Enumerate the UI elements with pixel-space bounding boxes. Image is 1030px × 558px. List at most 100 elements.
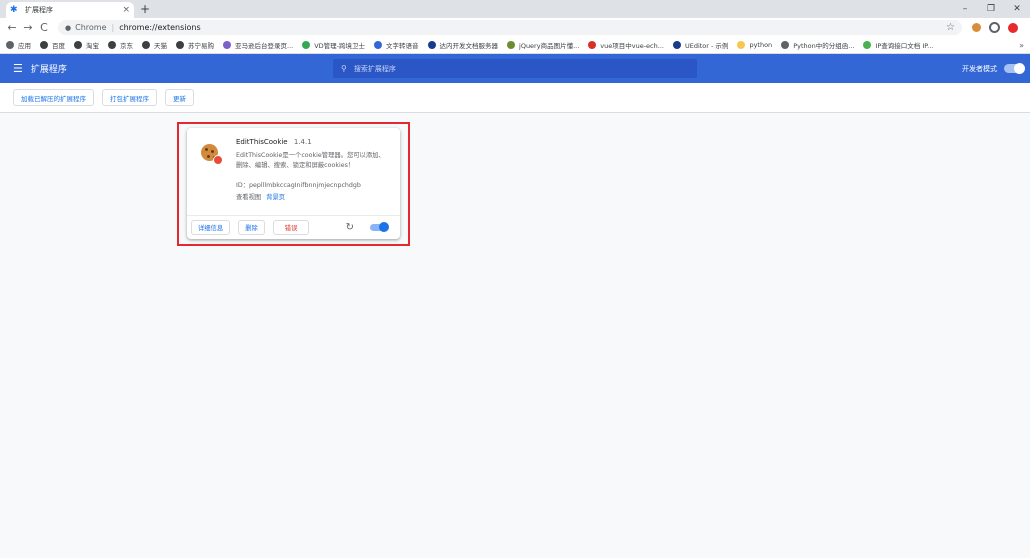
address-separator: |: [111, 23, 115, 32]
bookmark-item[interactable]: 天猫: [142, 40, 167, 50]
tab-close-icon[interactable]: ×: [122, 5, 130, 15]
bookmark-star-icon[interactable]: ☆: [946, 22, 955, 33]
inspect-views-label: 查看视图: [236, 194, 262, 201]
bookmark-favicon-icon: [40, 41, 48, 49]
bookmark-favicon-icon: [588, 41, 597, 49]
bookmark-label: VD管理-跨境卫士: [314, 42, 366, 50]
bookmark-favicon-icon: [507, 41, 516, 49]
bookmark-label: 苏宁易购: [188, 42, 214, 50]
pack-extension-button[interactable]: 打包扩展程序: [102, 89, 157, 106]
toolbar-actions: [972, 22, 1018, 33]
chrome-chip: Chrome: [75, 23, 107, 32]
extension-enable-toggle[interactable]: [370, 222, 389, 232]
reload-icon[interactable]: ↻: [346, 222, 354, 233]
bookmark-item[interactable]: 淘宝: [74, 40, 99, 50]
bookmark-item[interactable]: IP查询接口文档 IP...: [863, 40, 933, 50]
cookie-extension-icon[interactable]: [972, 23, 981, 32]
bookmark-favicon-icon: [74, 41, 82, 49]
errors-button[interactable]: 错误: [272, 220, 310, 235]
details-button[interactable]: 详细信息: [191, 220, 231, 235]
puzzle-icon: ✱: [10, 4, 18, 15]
close-window-button[interactable]: ✕: [1004, 0, 1030, 18]
search-extensions-input[interactable]: ⚲ 搜索扩展程序: [333, 59, 697, 78]
bookmark-favicon-icon: [374, 41, 383, 49]
bookmark-favicon-icon: [223, 41, 231, 49]
address-bar[interactable]: ● Chrome | chrome://extensions ☆: [58, 20, 962, 35]
window-controls: – ❐ ✕: [952, 0, 1030, 18]
bookmark-label: Python中的分组函...: [793, 42, 855, 50]
load-unpacked-button[interactable]: 加载已解压的扩展程序: [13, 89, 94, 106]
bookmark-label: 京东: [120, 42, 133, 50]
bookmark-item[interactable]: 百度: [40, 40, 65, 50]
tab-extensions[interactable]: ✱ 扩展程序 ×: [6, 2, 134, 18]
search-icon: ⚲: [341, 64, 347, 73]
profile-icon[interactable]: [989, 22, 1000, 33]
opera-icon[interactable]: [1008, 22, 1018, 33]
bookmark-favicon-icon: [176, 41, 184, 49]
bookmark-item[interactable]: 文字转语音: [374, 40, 419, 50]
extension-info: EditThisCookie 1.4.1 EditThisCookie是一个co…: [236, 138, 386, 201]
bookmark-item[interactable]: python: [737, 41, 772, 49]
bookmark-label: vue项目中vue-ech...: [600, 42, 664, 50]
update-button[interactable]: 更新: [165, 89, 194, 106]
minimize-button[interactable]: –: [952, 0, 978, 18]
bookmark-label: IP查询接口文档 IP...: [875, 42, 934, 50]
background-page-link[interactable]: 背景页: [266, 194, 285, 201]
developer-mode-toggle[interactable]: [1004, 63, 1025, 74]
bookmark-favicon-icon: [108, 41, 116, 49]
cookie-badge-icon: [213, 155, 223, 165]
bookmark-label: 达内开发文档服务器: [439, 42, 499, 50]
extension-name: EditThisCookie: [236, 138, 288, 146]
bookmark-favicon-icon: [427, 41, 436, 49]
extension-version: 1.4.1: [293, 138, 312, 146]
developer-toolbar: 加载已解压的扩展程序 打包扩展程序 更新: [0, 83, 1030, 113]
bookmark-favicon-icon: [781, 41, 790, 49]
bookmark-favicon-icon: [737, 41, 746, 49]
bookmark-label: 天猫: [154, 42, 167, 50]
bookmark-item[interactable]: Python中的分组函...: [781, 40, 854, 50]
extensions-list: EditThisCookie 1.4.1 EditThisCookie是一个co…: [0, 113, 1030, 513]
maximize-button[interactable]: ❐: [978, 0, 1004, 18]
bookmarks-overflow-button[interactable]: »: [1019, 41, 1024, 50]
extension-card-footer: 详细信息 删除 错误 ↻: [187, 215, 400, 239]
bookmark-item[interactable]: VD管理-跨境卫士: [302, 40, 365, 50]
inspect-views-row: 查看视图 背景页: [236, 192, 386, 201]
menu-icon[interactable]: ☰: [13, 62, 23, 75]
navigation-bar: ← → C ● Chrome | chrome://extensions ☆: [0, 18, 1030, 37]
bookmark-item[interactable]: jQuery商品图片懂...: [507, 40, 579, 50]
reload-button[interactable]: C: [36, 21, 52, 34]
bookmark-item[interactable]: 达内开发文档服务器: [427, 40, 499, 50]
remove-button[interactable]: 删除: [238, 220, 265, 235]
extension-id-label: ID：: [236, 182, 250, 189]
forward-button[interactable]: →: [20, 21, 36, 34]
tab-title: 扩展程序: [25, 6, 53, 14]
bookmark-label: jQuery商品图片懂...: [519, 42, 580, 50]
developer-mode-label: 开发者模式: [962, 64, 997, 73]
url-text[interactable]: chrome://extensions: [119, 23, 200, 32]
extension-name-row: EditThisCookie 1.4.1: [236, 138, 386, 146]
bookmark-label: 亚马逊后台登录页...: [235, 42, 294, 50]
bookmark-label: 应用: [18, 42, 31, 50]
bookmark-favicon-icon: [672, 41, 681, 49]
bookmark-item[interactable]: vue项目中vue-ech...: [588, 40, 664, 50]
bookmark-label: python: [749, 41, 773, 49]
bookmark-favicon-icon: [863, 41, 872, 49]
bookmark-item[interactable]: UEditor - 示例: [672, 40, 728, 50]
page-title: 扩展程序: [30, 65, 67, 75]
back-button[interactable]: ←: [4, 21, 20, 34]
extensions-header: ☰ 扩展程序 ⚲ 搜索扩展程序 开发者模式: [0, 54, 1030, 83]
search-placeholder: 搜索扩展程序: [353, 64, 396, 73]
bookmark-item[interactable]: 应用: [6, 40, 31, 50]
extension-id-row: ID：peplllmbkccagInifbnnjmjecnpchdgb: [236, 180, 386, 189]
site-info-icon[interactable]: ●: [65, 24, 71, 32]
extension-id: peplllmbkccagInifbnnjmjecnpchdgb: [249, 182, 361, 189]
bookmark-label: 淘宝: [86, 42, 99, 50]
new-tab-button[interactable]: +: [140, 2, 150, 16]
bookmark-item[interactable]: 亚马逊后台登录页...: [223, 40, 293, 50]
bookmark-label: 百度: [52, 42, 65, 50]
bookmark-item[interactable]: 苏宁易购: [176, 40, 214, 50]
extension-description: EditThisCookie是一个cookie管理器。您可以添加、删除、编辑、搜…: [236, 152, 385, 169]
bookmark-item[interactable]: 京东: [108, 40, 133, 50]
extension-card: EditThisCookie 1.4.1 EditThisCookie是一个co…: [187, 128, 400, 239]
bookmarks-bar: 应用 百度 淘宝 京东 天猫 苏宁易购 亚马逊后台登录页... VD管理-跨境卫士 文字转语音 达…: [0, 37, 1030, 54]
